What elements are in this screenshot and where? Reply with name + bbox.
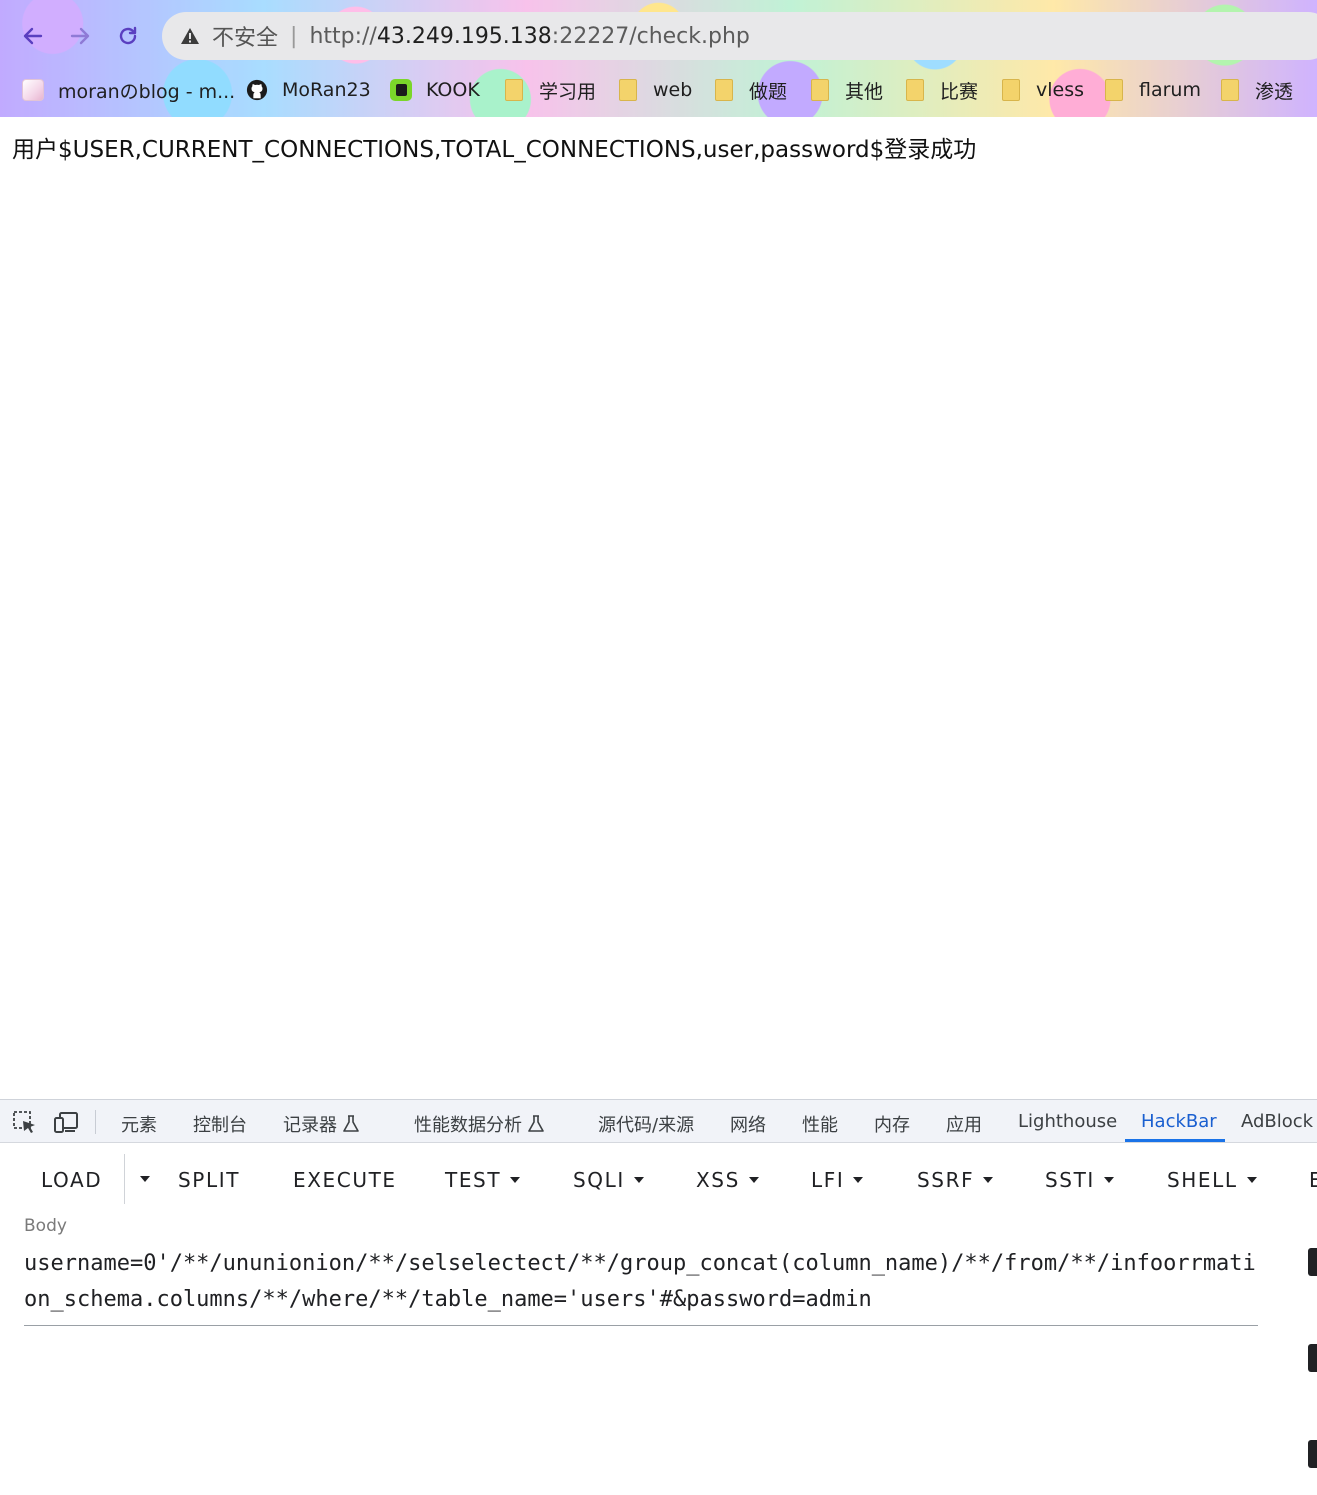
caret-down-icon: [510, 1177, 521, 1183]
sqli-menu-button[interactable]: SQLI: [573, 1168, 644, 1192]
bookmark-folder-pentest[interactable]: 渗透: [1221, 76, 1293, 104]
arrow-left-icon: [23, 27, 43, 45]
caret-down-icon: [748, 1177, 759, 1183]
checkbox-icon[interactable]: [1308, 1248, 1317, 1276]
reload-icon: [119, 26, 137, 45]
caret-down-icon: [633, 1177, 644, 1183]
body-field-label: Body: [24, 1216, 67, 1236]
folder-icon: [1002, 79, 1020, 101]
bookmark-folder-flarum[interactable]: flarum: [1105, 76, 1201, 104]
execute-button[interactable]: EXECUTE: [293, 1168, 397, 1192]
page-message: 用户$USER,CURRENT_CONNECTIONS,TOTAL_CONNEC…: [12, 137, 977, 163]
bookmarks-bar: moranのblog - m... MoRan23 KOOK 学习用 web 做…: [0, 66, 1317, 112]
folder-icon: [906, 79, 924, 101]
devtools-panel: 元素 控制台 记录器 性能数据分析 源代码/来源 网络 性能 内存 应用 Lig…: [0, 1099, 1317, 1495]
tab-console[interactable]: 控制台: [193, 1111, 247, 1137]
caret-down-icon: [983, 1177, 994, 1183]
tab-hackbar[interactable]: HackBar: [1141, 1111, 1217, 1132]
folder-icon: [619, 79, 637, 101]
kook-icon: [390, 79, 412, 101]
reload-button[interactable]: [108, 16, 148, 56]
warning-icon: [181, 28, 199, 44]
inspect-element-icon[interactable]: [12, 1110, 38, 1134]
bookmark-label: flarum: [1139, 79, 1201, 101]
load-dropdown-button[interactable]: [131, 1176, 150, 1182]
ssrf-menu-button[interactable]: SSRF: [917, 1168, 994, 1192]
bookmark-label: 其他: [845, 80, 884, 103]
toolbar-divider: [95, 1110, 96, 1134]
load-button-divider: [124, 1154, 125, 1204]
arrow-right-icon: [70, 27, 90, 45]
bookmark-folder-contest[interactable]: 比赛: [906, 76, 978, 104]
folder-icon: [715, 79, 733, 101]
bookmark-moran-blog[interactable]: moranのblog - m...: [22, 76, 235, 104]
bookmark-folder-web[interactable]: web: [619, 76, 692, 104]
navigation-bar: 不安全 | http:// 43.249.195.138 :22227/chec…: [0, 8, 1317, 64]
split-button[interactable]: SPLIT: [178, 1168, 240, 1192]
tab-network[interactable]: 网络: [730, 1111, 766, 1137]
tab-recorder[interactable]: 记录器: [283, 1111, 359, 1137]
shell-menu-button[interactable]: SHELL: [1167, 1168, 1257, 1192]
tab-performance[interactable]: 性能: [802, 1111, 838, 1137]
bookmark-label: 比赛: [940, 80, 979, 103]
tab-memory[interactable]: 内存: [874, 1111, 910, 1137]
ssti-menu-button[interactable]: SSTI: [1045, 1168, 1114, 1192]
hackbar-toolbar: LOAD SPLIT EXECUTE TEST SQLI XSS LFI SSR…: [0, 1154, 1317, 1206]
tab-lighthouse[interactable]: Lighthouse: [1018, 1111, 1117, 1132]
address-bar[interactable]: 不安全 | http:// 43.249.195.138 :22227/chec…: [162, 12, 1317, 60]
bookmark-label: moranのblog - m...: [58, 80, 236, 103]
forward-button[interactable]: [60, 16, 100, 56]
back-button[interactable]: [13, 16, 53, 56]
address-separator: |: [290, 23, 298, 49]
devtools-tab-bar: 元素 控制台 记录器 性能数据分析 源代码/来源 网络 性能 内存 应用 Lig…: [0, 1100, 1317, 1143]
checkbox-icon[interactable]: [1308, 1344, 1317, 1372]
bookmark-label: MoRan23: [282, 79, 371, 101]
github-icon: [246, 79, 268, 101]
bookmark-label: 学习用: [539, 80, 597, 103]
checkbox-icon[interactable]: [1308, 1440, 1317, 1468]
tab-elements[interactable]: 元素: [121, 1111, 157, 1137]
body-textarea[interactable]: username=0'/**/ununionion/**/selselectec…: [24, 1246, 1258, 1326]
bookmark-folder-vless[interactable]: vless: [1002, 76, 1084, 104]
url-scheme: http://: [309, 23, 377, 49]
bookmark-folder-study[interactable]: 学习用: [505, 76, 596, 104]
insecure-label: 不安全: [212, 26, 279, 51]
more-menu-button[interactable]: E: [1309, 1168, 1317, 1192]
bookmark-folder-other[interactable]: 其他: [811, 76, 883, 104]
folder-icon: [505, 79, 523, 101]
folder-icon: [1105, 79, 1123, 101]
bookmark-label: 做题: [749, 80, 788, 103]
device-toolbar-icon[interactable]: [53, 1110, 79, 1134]
folder-icon: [811, 79, 829, 101]
test-menu-button[interactable]: TEST: [445, 1168, 521, 1192]
tab-sources[interactable]: 源代码/来源: [598, 1111, 694, 1137]
flask-icon: [343, 1115, 359, 1132]
tab-application[interactable]: 应用: [946, 1111, 982, 1137]
tab-adblock[interactable]: AdBlock: [1241, 1111, 1313, 1132]
bookmark-moran23[interactable]: MoRan23: [246, 76, 371, 104]
caret-down-icon: [1103, 1177, 1114, 1183]
url-host: 43.249.195.138: [376, 23, 552, 49]
caret-down-icon: [1246, 1177, 1257, 1183]
bookmark-label: KOOK: [426, 79, 480, 101]
folder-icon: [1221, 79, 1239, 101]
xss-menu-button[interactable]: XSS: [696, 1168, 759, 1192]
active-tab-indicator: [1125, 1139, 1225, 1142]
bookmark-label: web: [653, 79, 693, 101]
url-path: :22227/check.php: [551, 23, 750, 49]
browser-chrome: 不安全 | http:// 43.249.195.138 :22227/chec…: [0, 0, 1317, 117]
avatar-icon: [22, 79, 44, 101]
lfi-menu-button[interactable]: LFI: [811, 1168, 864, 1192]
bookmark-kook[interactable]: KOOK: [390, 76, 480, 104]
bookmark-label: 渗透: [1255, 80, 1294, 103]
bookmark-label: vless: [1036, 79, 1085, 101]
caret-down-icon: [140, 1176, 150, 1182]
bookmark-folder-exercises[interactable]: 做题: [715, 76, 787, 104]
caret-down-icon: [853, 1177, 864, 1183]
load-button[interactable]: LOAD: [41, 1168, 102, 1192]
flask-icon: [528, 1115, 544, 1132]
tab-performance-insights[interactable]: 性能数据分析: [414, 1111, 544, 1137]
